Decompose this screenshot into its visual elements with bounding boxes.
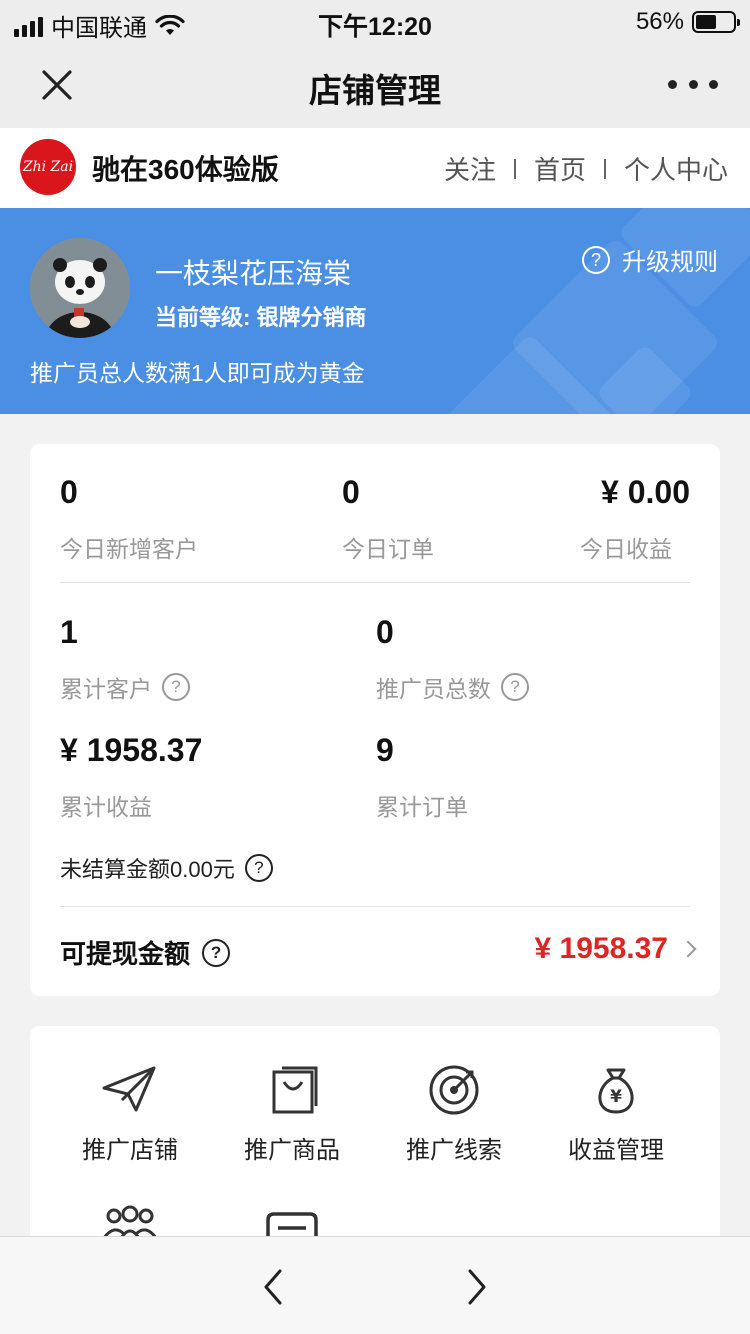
shop-header: Zhi Zai 驰在360体验版 关注 首页 个人中心 [0, 128, 750, 208]
menu-item-earnings-management[interactable]: ¥ 收益管理 [536, 1064, 696, 1165]
divider [60, 906, 690, 907]
total-orders-value: 9 [376, 732, 394, 768]
target-icon [429, 1065, 479, 1115]
divider [60, 582, 690, 583]
shop-links: 关注 首页 个人中心 [444, 150, 728, 187]
today-new-customers-value: 0 [60, 474, 78, 510]
shop-logo[interactable]: Zhi Zai [20, 139, 76, 195]
today-orders-label: 今日订单 [342, 536, 434, 562]
battery-percent: 56% [635, 8, 684, 35]
link-divider [513, 158, 516, 179]
menu-item-promote-shop[interactable]: 推广店铺 [50, 1064, 210, 1165]
follow-link[interactable]: 关注 [444, 150, 496, 187]
total-customers-value: 1 [60, 614, 78, 650]
page-title: 店铺管理 [309, 72, 441, 109]
money-bag-icon: ¥ [598, 1068, 634, 1114]
withdrawable-label: 可提现金额? [60, 934, 231, 971]
avatar[interactable] [30, 238, 130, 338]
help-icon[interactable]: ? [202, 938, 231, 967]
user-level: 当前等级: 银牌分销商 [155, 305, 367, 330]
status-bar: 中国联通 下午12:20 56% [0, 0, 750, 44]
menu-label: 收益管理 [568, 1137, 664, 1164]
menu-label: 推广线索 [406, 1137, 502, 1164]
total-promoters-label: 推广员总数? [376, 670, 529, 704]
home-link[interactable]: 首页 [534, 150, 586, 187]
status-right: 56% [635, 8, 740, 36]
send-icon [102, 1066, 156, 1112]
shop-name: 驰在360体验版 [92, 154, 279, 185]
shopping-bag-icon [272, 1066, 318, 1114]
menu-label: 推广商品 [244, 1137, 340, 1164]
menu-card: 推广店铺 推广商品 推广线索 ¥ 收益管理 [30, 1026, 720, 1266]
help-icon[interactable]: ? [162, 673, 190, 701]
upgrade-tip: 推广员总人数满1人即可成为黄金 [30, 360, 365, 386]
stats-card: 0 今日新增客户 0 今日订单 ¥ 0.00 今日收益 1 累计客户? 0 推广… [30, 444, 720, 996]
svg-text:¥: ¥ [610, 1087, 622, 1107]
help-icon[interactable]: ? [244, 854, 273, 882]
more-icon[interactable] [668, 68, 718, 100]
nav-bar: 店铺管理 [0, 44, 750, 128]
today-new-customers-label: 今日新增客户 [60, 536, 198, 562]
battery-icon [692, 11, 740, 33]
profile-banner: 一枝梨花压海棠 当前等级: 银牌分销商 ? 升级规则 推广员总人数满1人即可成为… [0, 208, 750, 414]
personal-center-link[interactable]: 个人中心 [624, 150, 728, 187]
total-customers-label: 累计客户? [60, 670, 190, 704]
total-orders-label: 累计订单 [376, 794, 468, 820]
chevron-right-icon [679, 940, 697, 958]
today-orders-value: 0 [342, 474, 360, 510]
link-divider [603, 158, 606, 179]
total-promoters-value: 0 [376, 614, 394, 650]
withdrawable-amount[interactable]: ¥ 1958.37 [535, 932, 697, 966]
upgrade-rules-link[interactable]: ? 升级规则 [582, 242, 718, 277]
total-earnings-label: 累计收益 [60, 794, 152, 820]
forward-icon[interactable] [456, 1267, 496, 1307]
bottom-bar [0, 1236, 750, 1334]
help-icon: ? [582, 245, 610, 274]
menu-label: 推广店铺 [82, 1137, 178, 1164]
today-earnings-value: ¥ 0.00 [601, 474, 690, 510]
unsettled-amount: 未结算金额0.00元? [60, 852, 273, 884]
menu-item-promote-leads[interactable]: 推广线索 [374, 1064, 534, 1165]
menu-item-promote-goods[interactable]: 推广商品 [212, 1064, 372, 1165]
user-name: 一枝梨花压海棠 [155, 258, 352, 289]
help-icon[interactable]: ? [501, 673, 529, 701]
back-icon[interactable] [254, 1267, 294, 1307]
today-earnings-label: 今日收益 [580, 536, 672, 562]
total-earnings-value: ¥ 1958.37 [60, 732, 203, 768]
upgrade-rules-label: 升级规则 [622, 249, 718, 276]
